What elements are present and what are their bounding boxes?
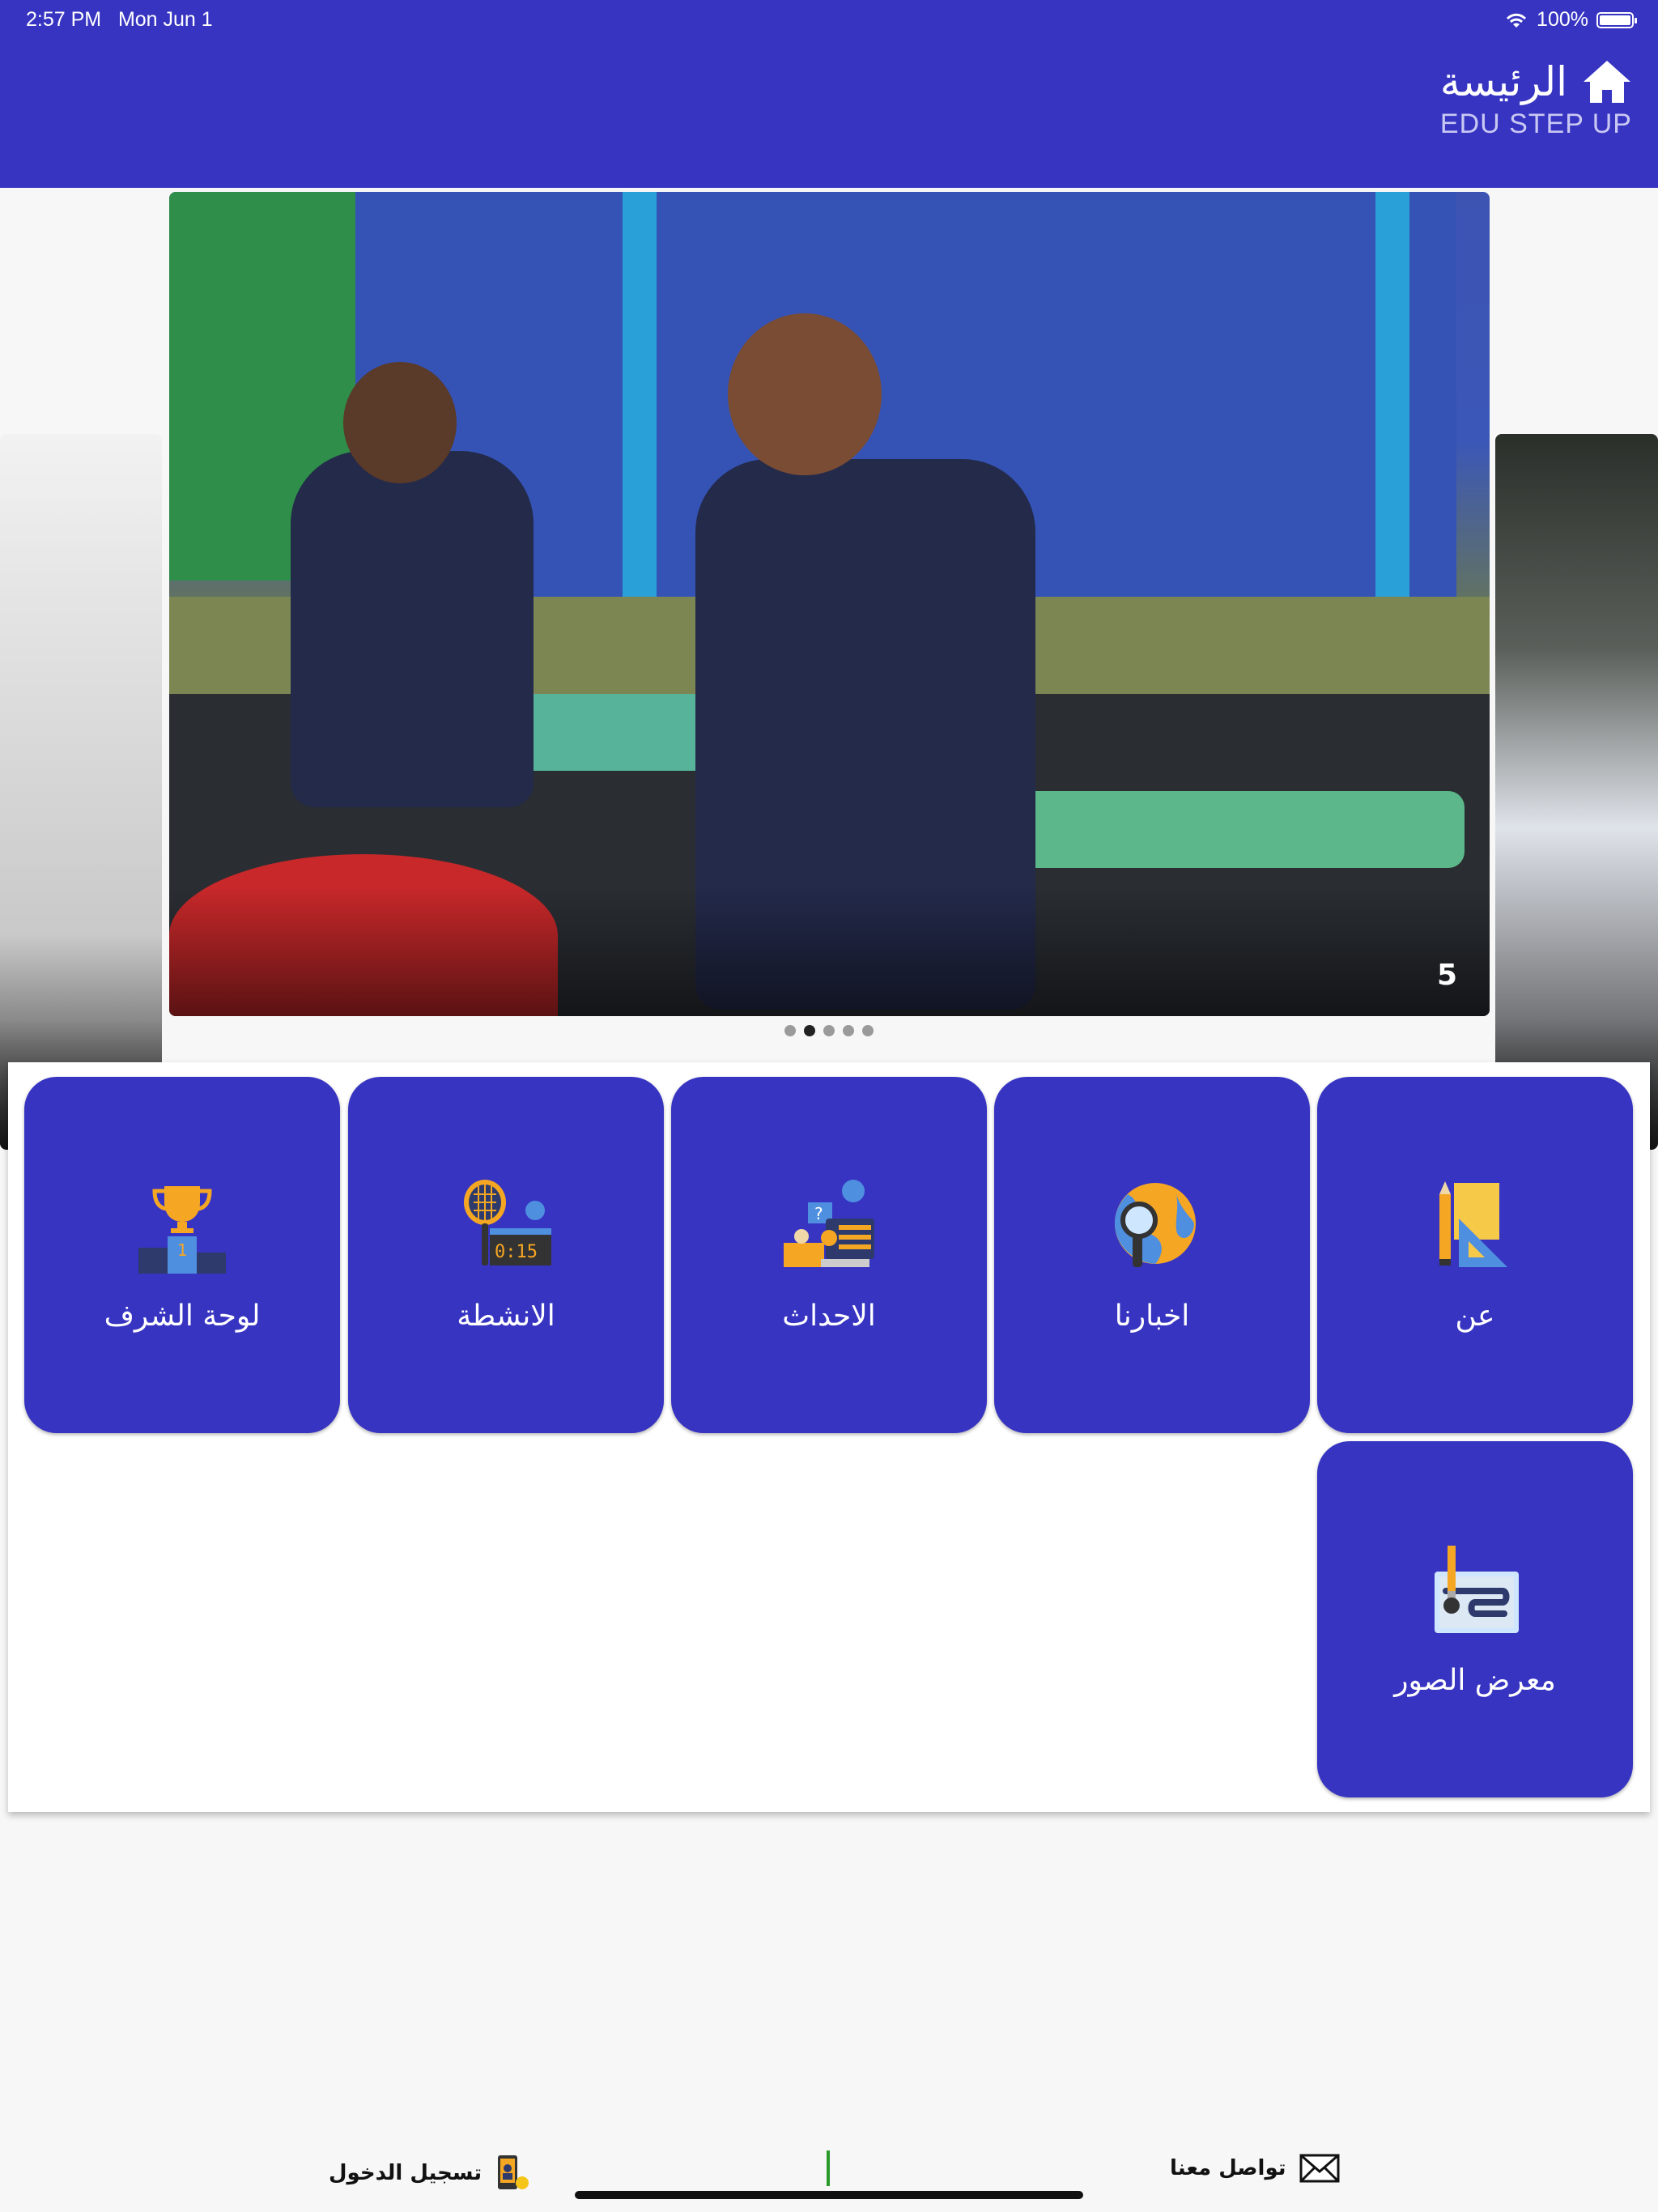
presentation-icon: ? [784,1179,874,1267]
tile-label: اخبارنا [1114,1299,1190,1333]
tile-label: معرض الصور [1394,1663,1556,1697]
mail-icon [1299,2154,1340,2183]
header-title-block: الرئيسة EDU STEP UP [1440,58,1632,140]
login-icon [498,2155,529,2189]
wifi-icon [1506,13,1527,28]
carousel-next-slide[interactable] [1495,434,1658,1150]
status-indicators: 100% [1504,8,1637,32]
photo-child-head [343,362,457,483]
carousel-prev-slide[interactable] [0,434,162,1150]
tile-label: الانشطة [457,1299,555,1333]
tile-news[interactable]: اخبارنا [994,1077,1310,1433]
battery-icon [1596,11,1637,28]
footer-divider [827,2150,830,2186]
gallery-brush-icon [1435,1545,1519,1633]
tile-label: الاحداث [782,1299,876,1333]
carousel-dot[interactable] [784,1025,796,1036]
home-indicator [575,2191,1083,2199]
svg-text:0:15: 0:15 [495,1242,538,1262]
photo-mat [979,791,1465,868]
slide-number: 5 [1436,959,1457,992]
carousel-dot-active[interactable] [804,1025,815,1036]
carousel-dot[interactable] [843,1025,854,1036]
bottom-bar: تواصل معنا تسجيل الدخول [0,2138,1658,2212]
carousel-pagination[interactable] [0,1025,1658,1036]
status-time: 2:57 PM Mon Jun 1 [26,8,213,31]
photo-child-head [728,313,882,475]
contact-label: تواصل معنا [1170,2156,1286,2180]
contact-button[interactable]: تواصل معنا [1170,2154,1340,2183]
photo-child [291,451,534,807]
trophy-podium-icon: 1 [138,1185,226,1274]
carousel-dot[interactable] [862,1025,874,1036]
app-subtitle: EDU STEP UP [1439,108,1632,139]
slide-shade [169,887,1490,1016]
globe-search-icon [1115,1182,1196,1267]
tile-label: لوحة الشرف [104,1299,261,1333]
image-carousel[interactable]: 5 [0,188,1658,1150]
login-label: تسجيل الدخول [329,2161,483,2185]
battery-percent: 100% [1537,8,1588,31]
tile-activities[interactable]: 0:15 الانشطة [348,1077,664,1433]
tile-label: عن [1455,1299,1495,1333]
tennis-scoreboard-icon: 0:15 [464,1179,551,1266]
tile-photo-gallery[interactable]: معرض الصور [1317,1441,1633,1797]
carousel-dot[interactable] [823,1025,835,1036]
app-header: 2:57 PM Mon Jun 1 100% الرئيسة EDU STEP … [0,0,1658,188]
svg-text:1: 1 [177,1240,188,1260]
menu-grid: عن اخبارنا ? الاحداث 0:15 الانشطة 1 لوحة… [8,1062,1650,1812]
page-title: الرئيسة [1439,58,1567,105]
svg-text:?: ? [814,1204,823,1223]
home-icon[interactable] [1582,59,1632,104]
tile-about[interactable]: عن [1317,1077,1633,1433]
tile-honor-board[interactable]: 1 لوحة الشرف [24,1077,340,1433]
login-button[interactable]: تسجيل الدخول [329,2154,530,2193]
carousel-current-slide[interactable]: 5 [169,192,1490,1016]
tile-events[interactable]: ? الاحداث [671,1077,987,1433]
ruler-pencil-icon [1439,1180,1507,1267]
